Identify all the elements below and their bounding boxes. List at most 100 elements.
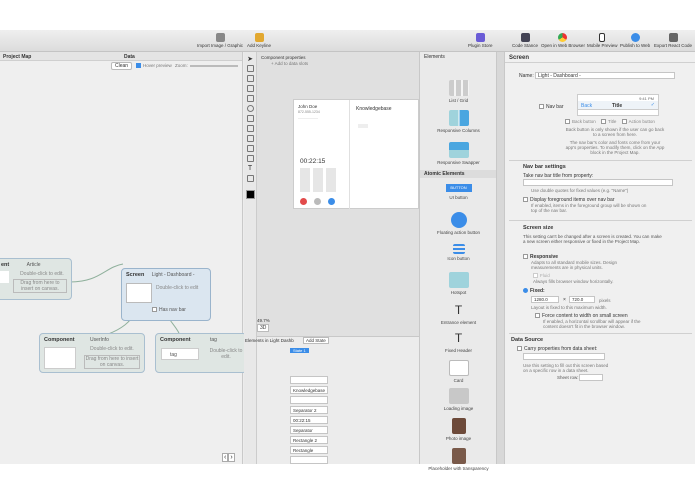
element-responsive-swapper[interactable]: Responsive Swapper bbox=[420, 142, 497, 165]
has-nav-bar-checkbox[interactable]: Has nav bar bbox=[152, 307, 186, 313]
export-icon bbox=[668, 33, 678, 42]
placeholder-icon bbox=[451, 448, 466, 464]
tree-row[interactable] bbox=[290, 396, 328, 404]
carry-properties-checkbox[interactable]: Carry properties from data sheet: bbox=[517, 346, 597, 352]
fab-icon bbox=[450, 212, 467, 228]
element-photo-image[interactable]: Photo image bbox=[420, 418, 497, 441]
add-data-slots-link[interactable]: + Add to data slots bbox=[271, 61, 308, 66]
mute-icon[interactable] bbox=[314, 198, 321, 205]
nav-arrows[interactable]: ‹ › bbox=[222, 453, 235, 462]
back-button-option[interactable]: Back button bbox=[565, 119, 596, 125]
action-button-option[interactable]: Action button bbox=[621, 119, 655, 125]
app-window: Import Image / Graphic Add Keyline Plugi… bbox=[0, 30, 695, 471]
gradient-tool-icon[interactable] bbox=[246, 135, 254, 142]
path-tool-icon[interactable] bbox=[246, 155, 254, 162]
text-box-tool-icon[interactable] bbox=[246, 175, 254, 182]
tree-row[interactable]: Knowledgebase bbox=[290, 386, 328, 394]
sheet-row-field[interactable] bbox=[579, 374, 603, 381]
nav-title-property-field[interactable] bbox=[523, 179, 673, 186]
project-map-panel[interactable]: Project Map Data Clean Hover preview Zoo… bbox=[0, 52, 247, 464]
width-field[interactable]: 1280.0 bbox=[531, 296, 559, 303]
text-tool-icon[interactable]: T bbox=[247, 165, 254, 172]
header-icon: T bbox=[454, 331, 463, 345]
elements-tree-panel[interactable]: Elements in Light Dashb Add State State … bbox=[245, 336, 419, 464]
element-loading-image[interactable]: Loading image bbox=[420, 388, 497, 411]
design-canvas[interactable]: Component properties + Add to data slots… bbox=[245, 52, 419, 464]
element-icon-button[interactable]: Icon button bbox=[420, 244, 497, 261]
data-sheet-select[interactable] bbox=[523, 353, 605, 360]
element-entrance[interactable]: T Entrance element bbox=[420, 302, 497, 325]
mobile-preview-button[interactable]: Mobile Preview bbox=[587, 33, 618, 48]
height-field[interactable]: 720.0 bbox=[569, 296, 595, 303]
element-ui-button[interactable]: BUTTON UI button bbox=[420, 184, 497, 200]
color-swatch[interactable] bbox=[246, 190, 255, 199]
state-1-tab[interactable]: State 1 bbox=[290, 348, 309, 353]
tree-row[interactable]: 00:22:15 bbox=[290, 416, 328, 424]
publish-web-button[interactable]: Publish to Web bbox=[620, 33, 650, 48]
ellipse-tool-icon[interactable] bbox=[246, 105, 254, 112]
element-list-grid[interactable]: List / Grid bbox=[420, 80, 497, 103]
elements-panel[interactable]: Elements List / Grid Responsive Columns … bbox=[419, 52, 497, 471]
node-tag[interactable]: Component tag tag Double-click to edit. bbox=[155, 333, 247, 373]
card-icon bbox=[448, 360, 469, 376]
hand-tool-icon[interactable] bbox=[246, 75, 254, 82]
element-responsive-columns[interactable]: Responsive Columns bbox=[420, 110, 497, 133]
add-state-button[interactable]: Add State bbox=[303, 337, 329, 344]
lasso-tool-icon[interactable] bbox=[246, 65, 254, 72]
code-stance-icon bbox=[520, 33, 530, 42]
elements-scrollbar[interactable] bbox=[496, 52, 504, 464]
pause-icon[interactable] bbox=[328, 198, 335, 205]
tree-row[interactable]: Separator bbox=[290, 426, 328, 434]
screen-name-field[interactable]: Light - Dashboard - bbox=[535, 72, 675, 79]
element-fixed-header[interactable]: T Fixed Header bbox=[420, 330, 497, 353]
publish-icon bbox=[630, 33, 640, 42]
eyedropper-tool-icon[interactable] bbox=[246, 145, 254, 152]
nav-bar-checkbox[interactable]: Nav bar bbox=[539, 104, 564, 110]
open-web-browser-button[interactable]: Open in Web Browser bbox=[541, 33, 585, 48]
chrome-icon bbox=[558, 33, 568, 42]
code-stance-button[interactable]: Code Stance bbox=[512, 33, 538, 48]
node-userinfo[interactable]: Component UserInfo Double-click to edit.… bbox=[39, 333, 145, 373]
keypad-grid[interactable] bbox=[300, 168, 338, 192]
dashboard-frame[interactable]: John Doe 872-555-1234 00:22:15 Knowledge… bbox=[293, 99, 419, 210]
inspector-title: Screen bbox=[505, 52, 695, 63]
line-tool-icon[interactable] bbox=[246, 125, 254, 132]
plugin-store-button[interactable]: Plugin Store bbox=[468, 33, 493, 48]
timer-label: 00:22:15 bbox=[300, 158, 326, 165]
add-keyline-button[interactable]: Add Keyline bbox=[247, 33, 271, 48]
tree-row[interactable] bbox=[290, 376, 328, 384]
swapper-icon bbox=[448, 142, 469, 158]
node-article[interactable]: ent Article Double-click to edit. Drag f… bbox=[0, 258, 72, 300]
pointer-tool-icon[interactable]: ➤ bbox=[247, 55, 254, 63]
mobile-icon bbox=[599, 33, 606, 42]
fluid-checkbox[interactable]: Fluid bbox=[533, 273, 550, 279]
next-arrow-icon[interactable]: › bbox=[228, 453, 235, 462]
end-call-icon[interactable] bbox=[300, 198, 307, 205]
tree-row[interactable]: Rectangle bbox=[290, 446, 328, 454]
component-properties: Component properties bbox=[261, 55, 306, 60]
loading-image-icon bbox=[448, 388, 469, 404]
tree-row[interactable]: Separator 2 bbox=[290, 406, 328, 414]
drop-tool-icon[interactable] bbox=[246, 85, 254, 92]
inspector-panel[interactable]: Screen Name: Light - Dashboard - Nav bar… bbox=[504, 52, 695, 464]
knowledgebase-title: Knowledgebase bbox=[356, 106, 392, 112]
title-option[interactable]: Title bbox=[601, 119, 616, 125]
tree-row[interactable] bbox=[290, 456, 328, 464]
tree-row[interactable]: Rectangle 2 bbox=[290, 436, 328, 444]
element-card[interactable]: Card bbox=[420, 360, 497, 383]
import-image-button[interactable]: Import Image / Graphic bbox=[197, 33, 243, 48]
export-react-button[interactable]: Export React Code bbox=[654, 33, 692, 48]
toolbar: Import Image / Graphic Add Keyline Plugi… bbox=[0, 30, 695, 52]
element-placeholder[interactable]: Placeholder with transparency bbox=[420, 448, 497, 471]
zoom-percentage: 49.7% bbox=[257, 318, 270, 323]
view-3d-toggle[interactable]: 3D bbox=[257, 324, 270, 332]
pen-tool-icon[interactable] bbox=[246, 115, 254, 122]
rectangle-tool-icon[interactable] bbox=[246, 95, 254, 102]
element-floating-action[interactable]: Floating action button bbox=[420, 212, 497, 235]
nav-bar-preview: 9:41 PM Back Title ✓ bbox=[577, 94, 659, 116]
node-screen-dashboard[interactable]: Screen Light - Dashboard - Double-click … bbox=[121, 268, 211, 321]
fixed-radio[interactable]: Fixed: bbox=[523, 288, 545, 294]
tool-column: ➤ T bbox=[244, 52, 257, 464]
element-hotspot[interactable]: Hotspot bbox=[420, 272, 497, 295]
image-icon bbox=[215, 33, 225, 42]
